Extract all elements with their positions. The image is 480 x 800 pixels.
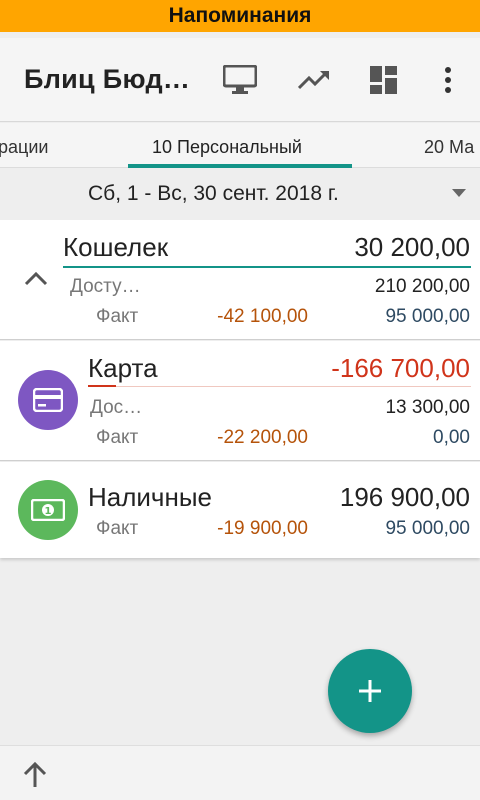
available-label: Дос… [90, 397, 143, 418]
plus-icon [359, 680, 381, 702]
account-name: Наличные [88, 482, 212, 512]
account-total: 30 200,00 [354, 232, 470, 262]
fact-value: -42 100,00 [217, 306, 308, 327]
app-bar: Блиц Бюд… [0, 38, 480, 146]
trending-up-icon[interactable] [294, 60, 334, 100]
bottom-bar [0, 745, 480, 800]
account-name: Кошелек [63, 232, 169, 262]
cash-icon: 1 [18, 480, 78, 540]
account-card-wallet[interactable]: Кошелек 30 200,00 Досту… 210 200,00 Факт… [0, 220, 480, 340]
ledger-tabs: рации 10 Персональный 20 Ма [0, 123, 480, 168]
period-text: Сб, 1 - Вс, 30 сент. 2018 г. [88, 182, 339, 205]
plan-value: 95 000,00 [385, 306, 470, 327]
svg-text:1: 1 [45, 506, 52, 517]
arrow-up-icon[interactable] [20, 760, 50, 790]
reminders-banner[interactable]: Напоминания [0, 0, 480, 32]
dropdown-arrow-icon [452, 189, 466, 197]
tab-indicator [128, 164, 352, 168]
period-selector[interactable]: Сб, 1 - Вс, 30 сент. 2018 г. [0, 169, 480, 219]
monitor-icon[interactable] [220, 60, 260, 100]
account-card-card[interactable]: Карта -166 700,00 Дос… 13 300,00 Факт -2… [0, 341, 480, 461]
account-name: Карта [88, 353, 158, 383]
chevron-up-icon[interactable] [22, 268, 50, 288]
tab-next[interactable]: 20 Ма [424, 137, 474, 158]
account-total: 196 900,00 [339, 482, 470, 512]
account-progress-line [88, 385, 116, 387]
account-card-cash[interactable]: 1 Наличные 196 900,00 Факт -19 900,00 95… [0, 462, 480, 558]
app-title: Блиц Бюд… [24, 64, 191, 94]
fact-label: Факт [96, 518, 139, 539]
more-vert-icon[interactable] [428, 60, 468, 100]
account-progress-track [116, 386, 471, 387]
plan-value: 0,00 [433, 427, 470, 448]
fact-label: Факт [96, 306, 139, 327]
fact-label: Факт [96, 427, 139, 448]
credit-card-icon [18, 370, 78, 430]
account-progress-line [63, 266, 471, 268]
tab-operations[interactable]: рации [0, 137, 48, 158]
account-total: -166 700,00 [331, 353, 470, 383]
fact-value: -19 900,00 [217, 518, 308, 539]
available-label: Досту… [70, 276, 141, 297]
tab-personal[interactable]: 10 Персональный [152, 137, 302, 158]
available-value: 13 300,00 [385, 397, 470, 418]
dashboard-icon[interactable] [364, 60, 404, 100]
fact-value: -22 200,00 [217, 427, 308, 448]
available-value: 210 200,00 [374, 276, 470, 297]
plan-value: 95 000,00 [385, 518, 470, 539]
add-button[interactable] [328, 649, 412, 733]
